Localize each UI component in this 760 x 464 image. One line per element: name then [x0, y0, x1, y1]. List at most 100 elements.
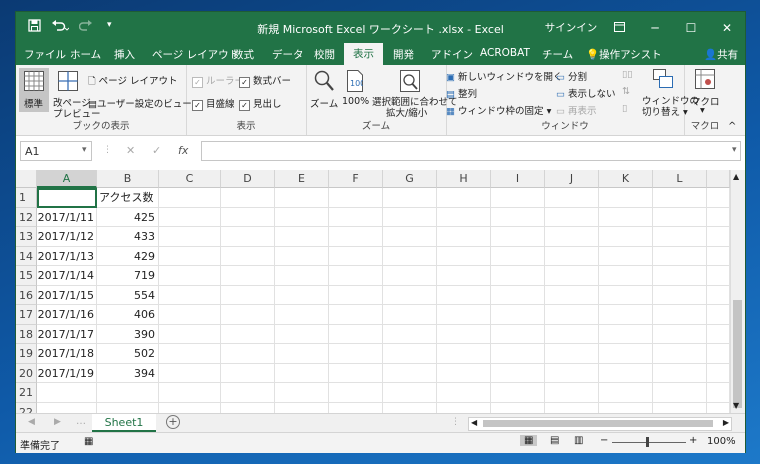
cell[interactable]	[599, 285, 653, 305]
more-sheets-icon[interactable]: …	[76, 416, 86, 427]
cell[interactable]	[545, 383, 599, 403]
cell[interactable]: アクセス数	[97, 188, 159, 208]
zoom-in-icon[interactable]: +	[689, 435, 697, 446]
cell[interactable]	[707, 207, 730, 227]
cell[interactable]	[599, 305, 653, 325]
cell[interactable]	[329, 324, 383, 344]
cell[interactable]	[37, 402, 97, 413]
cell[interactable]	[599, 402, 653, 413]
cell[interactable]	[159, 227, 221, 247]
cell[interactable]	[159, 383, 221, 403]
column-header[interactable]: G	[383, 170, 437, 188]
cell[interactable]	[329, 363, 383, 383]
page-break-preview-button[interactable]: 改ページ プレビュー	[51, 68, 101, 120]
gridlines-checkbox[interactable]: ✓ 目盛線	[192, 96, 235, 111]
cell[interactable]: 406	[97, 305, 159, 325]
cancel-icon[interactable]: ✕	[126, 144, 135, 157]
cell[interactable]: 554	[97, 285, 159, 305]
cell[interactable]	[599, 227, 653, 247]
cell[interactable]	[159, 305, 221, 325]
cell[interactable]: 2017/1/14	[37, 266, 97, 286]
cell[interactable]	[653, 266, 707, 286]
freeze-panes-button[interactable]: ▦ ウィンドウ枠の固定 ▾	[446, 103, 551, 117]
zoom-slider[interactable]	[612, 437, 686, 447]
cell[interactable]	[599, 207, 653, 227]
cell[interactable]	[707, 344, 730, 364]
cell[interactable]	[221, 305, 275, 325]
cell[interactable]	[599, 363, 653, 383]
cell[interactable]	[329, 266, 383, 286]
add-sheet-icon[interactable]: +	[166, 415, 180, 429]
cell[interactable]	[545, 246, 599, 266]
cell[interactable]	[437, 227, 491, 247]
split-button[interactable]: ▭ 分割	[556, 69, 587, 83]
cell[interactable]: 502	[97, 344, 159, 364]
cell[interactable]	[275, 266, 329, 286]
minimize-icon[interactable]: ─	[637, 21, 673, 35]
column-header[interactable]: D	[221, 170, 275, 188]
cell[interactable]	[437, 324, 491, 344]
cell[interactable]	[275, 305, 329, 325]
cell[interactable]	[329, 383, 383, 403]
signin-link[interactable]: サインイン	[541, 20, 601, 35]
cell[interactable]	[329, 246, 383, 266]
cell[interactable]	[383, 266, 437, 286]
cell[interactable]	[653, 324, 707, 344]
column-header[interactable]: C	[159, 170, 221, 188]
cell[interactable]	[653, 383, 707, 403]
cell[interactable]	[707, 246, 730, 266]
cell[interactable]	[707, 363, 730, 383]
cell[interactable]	[221, 344, 275, 364]
cell[interactable]	[383, 363, 437, 383]
cell[interactable]	[329, 402, 383, 413]
cell[interactable]	[383, 324, 437, 344]
cell[interactable]	[653, 227, 707, 247]
tell-me[interactable]: 💡操作アシスト	[586, 47, 662, 62]
cell[interactable]	[437, 383, 491, 403]
cell[interactable]	[221, 285, 275, 305]
cell[interactable]	[653, 285, 707, 305]
tab-developer[interactable]: 開発	[393, 47, 414, 62]
cell[interactable]	[159, 207, 221, 227]
cell[interactable]	[437, 266, 491, 286]
cell[interactable]	[275, 188, 329, 208]
page-break-view-icon[interactable]: ▥	[574, 435, 583, 446]
cell[interactable]	[221, 188, 275, 208]
cell[interactable]	[221, 246, 275, 266]
close-icon[interactable]: ✕	[709, 21, 745, 35]
cell[interactable]	[707, 305, 730, 325]
cell[interactable]	[329, 227, 383, 247]
page-layout-button[interactable]: 🗋 ページ レイアウト	[88, 73, 178, 90]
column-header[interactable]: B	[97, 170, 159, 188]
column-header[interactable]: I	[491, 170, 545, 188]
cell[interactable]: 433	[97, 227, 159, 247]
scroll-thumb[interactable]	[733, 300, 742, 408]
cell[interactable]	[707, 383, 730, 403]
cell[interactable]	[97, 383, 159, 403]
cell[interactable]	[599, 383, 653, 403]
cell[interactable]	[491, 344, 545, 364]
cell[interactable]	[707, 188, 730, 208]
cell[interactable]	[437, 402, 491, 413]
reset-window-icon[interactable]: ▯	[622, 103, 627, 114]
cell[interactable]	[159, 188, 221, 208]
cell[interactable]	[545, 285, 599, 305]
cell[interactable]	[97, 402, 159, 413]
arrange-all-button[interactable]: ▤ 整列	[446, 86, 477, 100]
new-window-button[interactable]: ▣ 新しいウィンドウを開く	[446, 69, 563, 83]
cell[interactable]	[275, 324, 329, 344]
unhide-button[interactable]: ▭ 再表示	[556, 103, 597, 117]
cell[interactable]	[491, 285, 545, 305]
cell[interactable]	[437, 207, 491, 227]
cell[interactable]	[437, 246, 491, 266]
tab-data[interactable]: データ	[272, 47, 304, 62]
collapse-ribbon-icon[interactable]: ^	[728, 121, 736, 132]
cell[interactable]	[383, 227, 437, 247]
cell[interactable]	[159, 266, 221, 286]
row-header[interactable]: 14	[16, 246, 37, 266]
cell[interactable]	[653, 402, 707, 413]
cell[interactable]	[491, 207, 545, 227]
ribbon-display-icon[interactable]	[601, 21, 637, 35]
cell[interactable]: 394	[97, 363, 159, 383]
cell[interactable]	[653, 246, 707, 266]
